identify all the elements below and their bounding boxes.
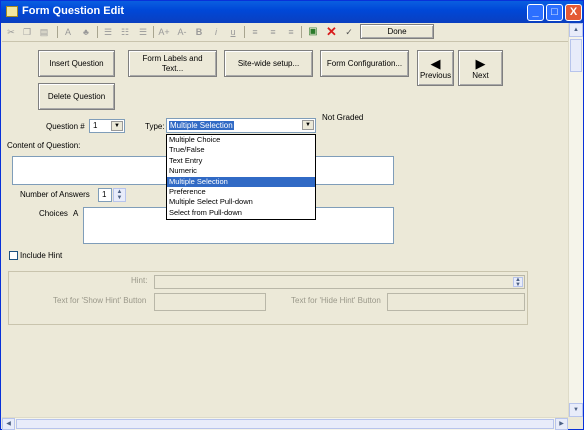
font-shrink-icon[interactable]: A- [176, 25, 188, 39]
font-grow-icon[interactable]: A+ [158, 25, 170, 39]
horizontal-scrollbar[interactable]: ◀ ▶ [2, 417, 568, 430]
form-configuration-button[interactable]: Form Configuration... [320, 50, 409, 77]
cut-icon[interactable]: ✂ [6, 25, 16, 39]
minimize-button[interactable]: _ [527, 4, 544, 21]
next-label: Next [472, 70, 489, 80]
close-button[interactable]: X [565, 4, 582, 21]
question-number-select[interactable]: 1 ▼ [89, 119, 125, 133]
insert-question-button[interactable]: Insert Question [38, 50, 115, 77]
toolbar-separator [153, 26, 154, 38]
type-select[interactable]: Multiple Selection ▼ [166, 118, 316, 133]
scroll-up-icon[interactable]: ▲ [569, 23, 583, 37]
type-option[interactable]: Multiple Selection [167, 176, 315, 187]
answers-stepper[interactable]: ▲ ▼ [113, 188, 126, 202]
scroll-right-icon[interactable]: ▶ [555, 418, 568, 430]
hint-input[interactable]: ▲ ▼ [154, 275, 525, 289]
choice-letter: A [73, 209, 79, 218]
type-option[interactable]: Text Entry [167, 156, 315, 166]
done-button[interactable]: Done [360, 24, 434, 39]
chevron-down-icon[interactable]: ▼ [302, 120, 314, 130]
align-left-icon[interactable]: ≡ [249, 25, 261, 39]
hint-label: Hint: [131, 276, 148, 285]
content-label: Content of Question: [7, 141, 81, 150]
type-dropdown-list[interactable]: Multiple Choice True/False Text Entry Numer… [166, 134, 316, 220]
align-right-icon[interactable]: ≡ [285, 25, 297, 39]
type-option[interactable]: Preference [167, 187, 315, 197]
type-selected-value: Multiple Selection [169, 121, 234, 130]
underline-icon[interactable]: u [228, 25, 238, 39]
font-icon[interactable]: A [63, 25, 73, 39]
toolbar-separator [244, 26, 245, 38]
site-wide-setup-button[interactable]: Site-wide setup... [224, 50, 313, 77]
type-label: Type: [145, 122, 165, 131]
bullet-list-icon[interactable]: ☰ [102, 25, 114, 39]
toolbar-separator [301, 26, 302, 38]
include-hint-checkbox[interactable] [9, 251, 18, 260]
show-hint-input[interactable] [154, 293, 266, 311]
graded-status: Not Graded [322, 113, 364, 122]
save-icon[interactable]: ▣ [306, 25, 320, 39]
include-hint-label: Include Hint [20, 251, 63, 260]
type-option[interactable]: Numeric [167, 166, 315, 176]
show-hint-label: Text for 'Show Hint' Button [53, 296, 147, 305]
answers-count-input[interactable]: 1 [98, 188, 112, 202]
scroll-thumb[interactable] [570, 39, 582, 72]
italic-icon[interactable]: i [211, 25, 221, 39]
color-icon[interactable]: ♣ [80, 25, 92, 39]
horizontal-scroll-thumb[interactable] [16, 419, 554, 429]
delete-question-button[interactable]: Delete Question [38, 83, 115, 110]
question-number-label: Question # [46, 122, 85, 131]
paste-icon[interactable]: ▤ [39, 25, 49, 39]
maximize-button[interactable]: □ [546, 4, 563, 21]
number-of-answers-label: Number of Answers [20, 190, 90, 199]
scroll-left-icon[interactable]: ◀ [2, 418, 15, 430]
toolbar-separator [57, 26, 58, 38]
bold-icon[interactable]: B [194, 25, 204, 39]
window-title: Form Question Edit [22, 5, 125, 17]
toolbar: ✂ ❐ ▤ A ♣ ☰ ☷ ☰ A+ A- B i u ≡ ≡ ≡ ▣ ✕ ✓ … [2, 23, 569, 42]
align-center-icon[interactable]: ≡ [267, 25, 279, 39]
previous-button[interactable]: ◀ Previous [417, 50, 454, 86]
choices-label: Choices [39, 209, 68, 218]
copy-icon[interactable]: ❐ [22, 25, 32, 39]
type-option[interactable]: True/False [167, 145, 315, 155]
next-button[interactable]: ▶ Next [458, 50, 503, 86]
hint-scroll[interactable]: ▲ ▼ [513, 277, 523, 288]
numbered-list-icon[interactable]: ☷ [119, 25, 131, 39]
form-question-edit-window: Form Question Edit _ □ X ✂ ❐ ▤ A ♣ ☰ ☷ ☰… [0, 0, 584, 430]
window-icon [6, 6, 18, 17]
question-number-value: 1 [93, 121, 98, 130]
indent-icon[interactable]: ☰ [137, 25, 149, 39]
chevron-down-icon[interactable]: ▼ [111, 121, 123, 131]
title-bar[interactable]: Form Question Edit _ □ X [1, 1, 583, 23]
scroll-down-icon[interactable]: ▼ [569, 403, 583, 417]
hide-hint-input[interactable] [387, 293, 525, 311]
type-option[interactable]: Multiple Choice [167, 135, 315, 145]
delete-x-icon[interactable]: ✕ [325, 25, 338, 39]
hide-hint-label: Text for 'Hide Hint' Button [291, 296, 381, 305]
type-option[interactable]: Multiple Select Pull-down [167, 197, 315, 207]
spellcheck-icon[interactable]: ✓ [343, 25, 355, 39]
toolbar-separator [97, 26, 98, 38]
answers-count-value: 1 [102, 190, 107, 199]
arrow-left-icon: ◀ [430, 55, 441, 71]
arrow-right-icon: ▶ [475, 55, 486, 71]
vertical-scrollbar[interactable]: ▲ ▼ [568, 23, 583, 417]
form-labels-button[interactable]: Form Labels and Text... [128, 50, 217, 77]
type-option[interactable]: Select from Pull-down [167, 208, 315, 218]
previous-label: Previous [419, 70, 452, 80]
